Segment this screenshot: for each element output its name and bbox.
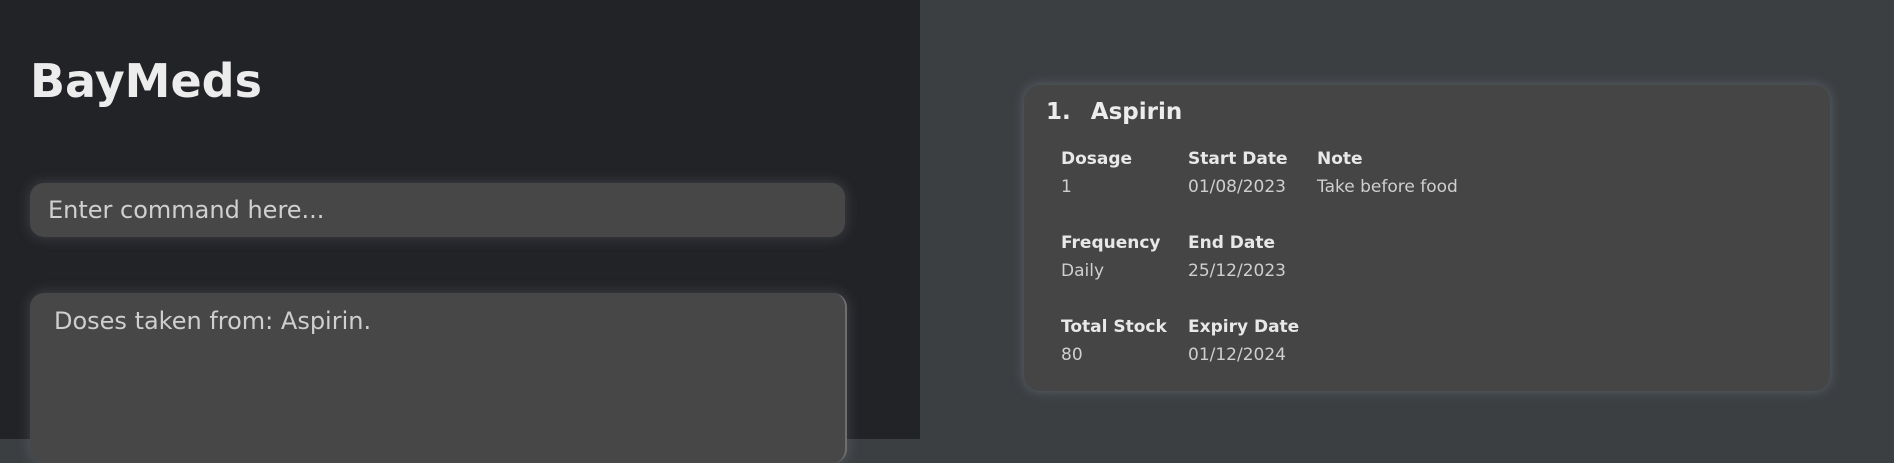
field-value: 80: [1061, 345, 1083, 365]
field-value: Take before food: [1317, 177, 1458, 197]
field-label: Start Date: [1188, 149, 1288, 169]
field-dosage: Dosage 1: [1061, 149, 1132, 197]
field-end-date: End Date 25/12/2023: [1188, 233, 1286, 281]
field-value: 01/08/2023: [1188, 177, 1286, 197]
field-value: Daily: [1061, 261, 1105, 281]
field-value: 1: [1061, 177, 1072, 197]
field-start-date: Start Date 01/08/2023: [1188, 149, 1288, 197]
field-total-stock: Total Stock 80: [1061, 317, 1167, 365]
field-note: Note Take before food: [1317, 149, 1458, 197]
command-box[interactable]: [30, 183, 845, 237]
field-expiry-date: Expiry Date 01/12/2024: [1188, 317, 1299, 365]
field-value: 25/12/2023: [1188, 261, 1286, 281]
result-display[interactable]: Doses taken from: Aspirin.: [30, 293, 847, 463]
medication-index: 1.: [1046, 99, 1071, 125]
field-label: End Date: [1188, 233, 1276, 253]
field-label: Total Stock: [1061, 317, 1167, 337]
field-label: Dosage: [1061, 149, 1133, 169]
medication-card[interactable]: 1. Aspirin Dosage 1 Start Date 01/08/202…: [1024, 85, 1830, 391]
field-label: Frequency: [1061, 233, 1161, 253]
command-input[interactable]: [30, 183, 845, 237]
medication-card-header: 1. Aspirin: [1046, 99, 1182, 125]
field-label: Expiry Date: [1188, 317, 1300, 337]
medication-name: Aspirin: [1090, 99, 1183, 125]
app-title: BayMeds: [30, 54, 262, 108]
field-value: 01/12/2024: [1188, 345, 1286, 365]
result-text: Doses taken from: Aspirin.: [54, 307, 372, 335]
field-label: Note: [1317, 149, 1363, 169]
left-panel: BayMeds Doses taken from: Aspirin.: [0, 0, 920, 463]
field-frequency: Frequency Daily: [1061, 233, 1161, 281]
